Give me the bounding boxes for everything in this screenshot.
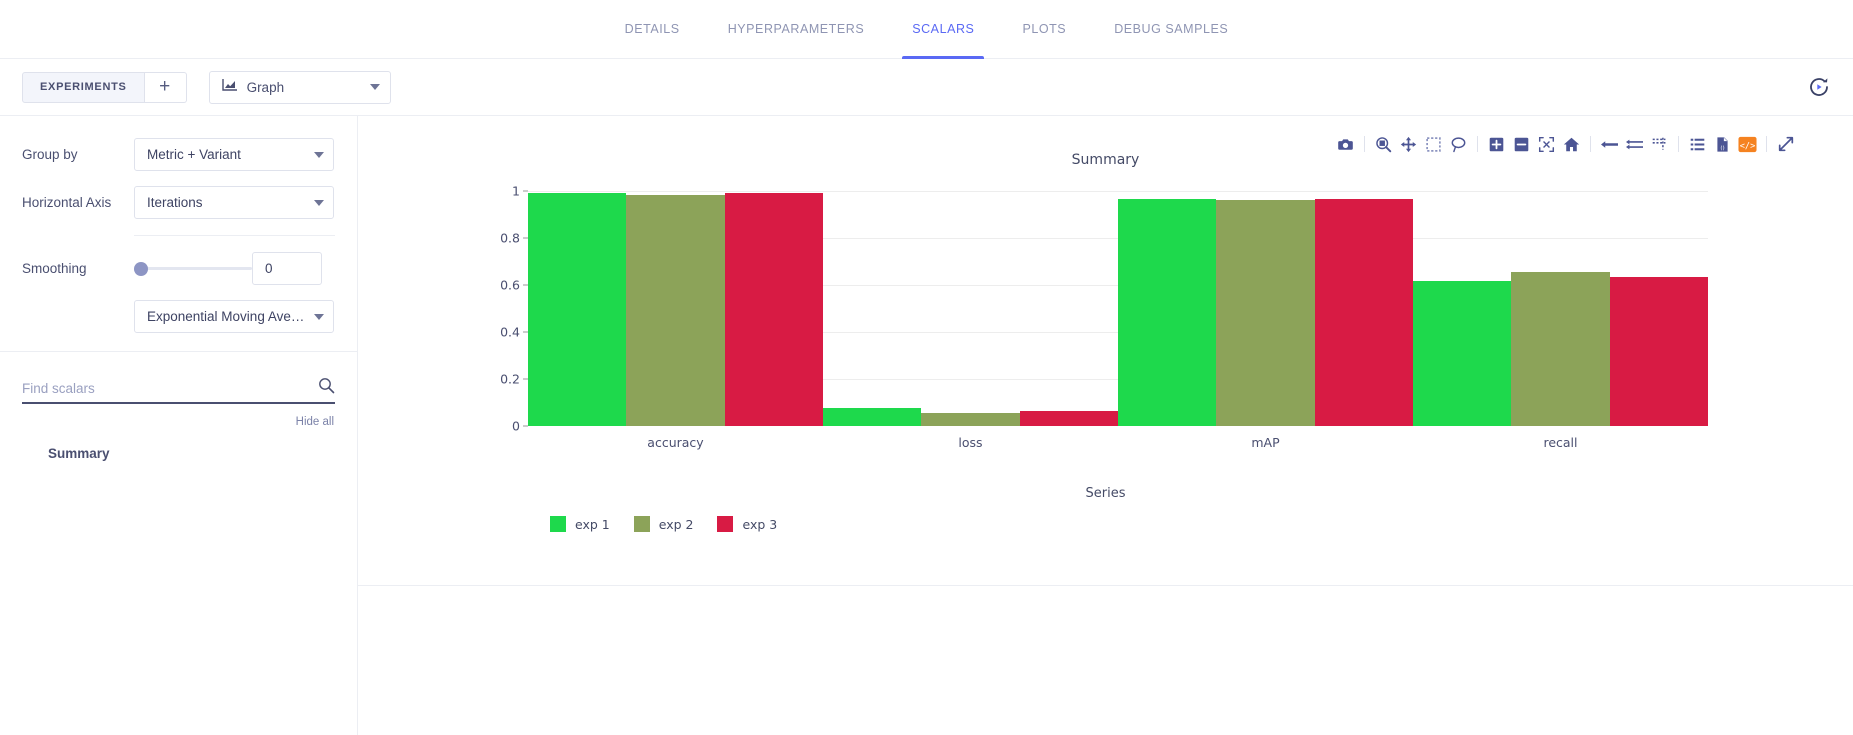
auto-refresh-icon[interactable]	[1807, 75, 1831, 99]
chart-bar[interactable]	[921, 413, 1020, 426]
chart-legend-item[interactable]: exp 1	[550, 516, 610, 532]
smoothing-algorithm-row: Exponential Moving Ave…	[22, 300, 335, 333]
chart-y-tick-label: 0.2	[500, 371, 520, 387]
summary-plot-card: () </> Summary 0 0.2 0.4 0.6 0.8 1 accurac	[358, 116, 1853, 586]
modebar-separator	[1678, 136, 1679, 152]
scalar-list-item-summary[interactable]: Summary	[22, 440, 335, 467]
group-by-select[interactable]: Metric + Variant	[134, 138, 334, 171]
chart-legend-swatch	[550, 516, 566, 532]
chart-bar[interactable]	[823, 408, 922, 426]
horizontal-axis-value: Iterations	[147, 195, 203, 210]
smoothing-slider[interactable]	[134, 259, 252, 279]
chart-y-tick-label: 0	[512, 418, 520, 434]
chart-category-label: recall	[1543, 435, 1578, 450]
tab-details[interactable]: DETAILS	[601, 0, 704, 59]
chart-bar[interactable]	[626, 194, 725, 426]
chart-legend-swatch	[717, 516, 734, 532]
smoothing-algorithm-select[interactable]: Exponential Moving Ave…	[134, 300, 334, 333]
group-by-value: Metric + Variant	[147, 147, 241, 162]
chart-bar[interactable]	[528, 193, 627, 426]
chevron-down-icon	[314, 151, 324, 158]
smoothing-slider-thumb[interactable]	[134, 261, 148, 276]
hide-all-link[interactable]: Hide all	[22, 416, 335, 428]
experiments-button[interactable]: EXPERIMENTS	[22, 71, 145, 103]
chart-category-label: mAP	[1251, 435, 1280, 450]
chart-bar[interactable]	[1216, 200, 1315, 426]
graph-settings-block: Group by Metric + Variant Horizontal Axi…	[0, 116, 357, 352]
chart-plot-area: 0 0.2 0.4 0.6 0.8 1 accuracy loss mAP recall	[500, 184, 1708, 450]
svg-text:</>: </>	[1740, 141, 1755, 151]
scalars-search-block: Hide all Summary	[0, 352, 357, 467]
tab-hyperparameters[interactable]: HYPERPARAMETERS	[704, 0, 889, 59]
chart-bar[interactable]	[1118, 199, 1217, 426]
modebar-separator	[1590, 136, 1591, 152]
search-icon[interactable]	[318, 377, 335, 399]
chart-bar-group: mAP	[1118, 191, 1413, 450]
chart-y-tick-label: 0.8	[500, 230, 520, 246]
tab-plots[interactable]: PLOTS	[998, 0, 1090, 59]
chart-bar[interactable]	[1413, 281, 1512, 426]
chart-legend-label: exp 3	[742, 516, 778, 532]
chart-bar-group: recall	[1413, 191, 1708, 450]
modebar-separator	[1766, 136, 1767, 152]
horizontal-axis-select[interactable]: Iterations	[134, 186, 334, 219]
chart-legend-item[interactable]: exp 2	[633, 516, 694, 532]
chart-bar-group: accuracy	[528, 191, 823, 450]
svg-text:(): ()	[1720, 145, 1724, 151]
chevron-down-icon	[369, 84, 380, 90]
chart-category-label: loss	[958, 435, 983, 450]
chart-bar[interactable]	[1314, 199, 1413, 426]
chart-bar-groups: accuracy loss mAP recall	[528, 191, 1708, 450]
main-tab-bar: DETAILS HYPERPARAMETERS SCALARS PLOTS DE…	[0, 0, 1853, 59]
chart-bar[interactable]	[1511, 272, 1610, 426]
experiments-button-group: EXPERIMENTS +	[22, 71, 187, 103]
chart-legend-item[interactable]: exp 3	[717, 516, 777, 532]
smoothing-slider-track	[138, 267, 252, 270]
chevron-down-icon	[314, 199, 324, 206]
chart-legend: exp 1 exp 2 exp 3	[550, 516, 801, 532]
tab-scalars[interactable]: SCALARS	[888, 0, 998, 59]
modebar-separator	[1477, 136, 1478, 152]
chart-legend-swatch	[633, 516, 650, 532]
page-body: Group by Metric + Variant Horizontal Axi…	[0, 116, 1853, 735]
group-by-label: Group by	[22, 147, 78, 162]
horizontal-axis-row: Horizontal Axis Iterations	[22, 186, 335, 219]
chart-bar[interactable]	[1019, 410, 1118, 426]
secondary-toolbar: EXPERIMENTS + Graph	[0, 59, 1853, 116]
horizontal-axis-label: Horizontal Axis	[22, 195, 112, 210]
left-control-panel: Group by Metric + Variant Horizontal Axi…	[0, 116, 358, 735]
chart-x-axis-title: Series	[1085, 486, 1126, 501]
smoothing-algorithm-value: Exponential Moving Ave…	[147, 309, 305, 324]
chart-y-tick-label: 1	[512, 183, 520, 199]
chevron-down-icon	[314, 313, 324, 320]
chart-category-label: accuracy	[647, 435, 704, 450]
chart-title: Summary	[1071, 152, 1140, 168]
tab-debug-samples[interactable]: DEBUG SAMPLES	[1090, 0, 1252, 59]
graph-type-label: Graph	[246, 79, 285, 95]
chart-legend-label: exp 2	[658, 516, 694, 532]
chart-bar[interactable]	[1609, 276, 1708, 426]
chart-icon	[221, 78, 238, 97]
group-by-row: Group by Metric + Variant	[22, 138, 335, 171]
graph-type-select[interactable]: Graph	[208, 70, 391, 104]
chart-bar-group: loss	[823, 191, 1118, 450]
chart-legend-label: exp 1	[575, 516, 610, 532]
plot-area: () </> Summary 0 0.2 0.4 0.6 0.8 1 accurac	[358, 116, 1853, 735]
smoothing-label: Smoothing	[22, 261, 87, 276]
chart-y-tick-label: 0.4	[500, 324, 520, 340]
search-field-wrapper[interactable]	[22, 374, 335, 404]
search-input[interactable]	[22, 380, 318, 396]
smoothing-row: Smoothing 0	[22, 252, 335, 285]
modebar-separator	[1364, 136, 1365, 152]
smoothing-value-input[interactable]: 0	[252, 252, 322, 285]
chart-bar[interactable]	[724, 193, 823, 426]
chart-y-tick-label: 0.6	[500, 277, 520, 293]
settings-divider	[134, 235, 335, 236]
add-experiment-button[interactable]: +	[144, 71, 187, 103]
